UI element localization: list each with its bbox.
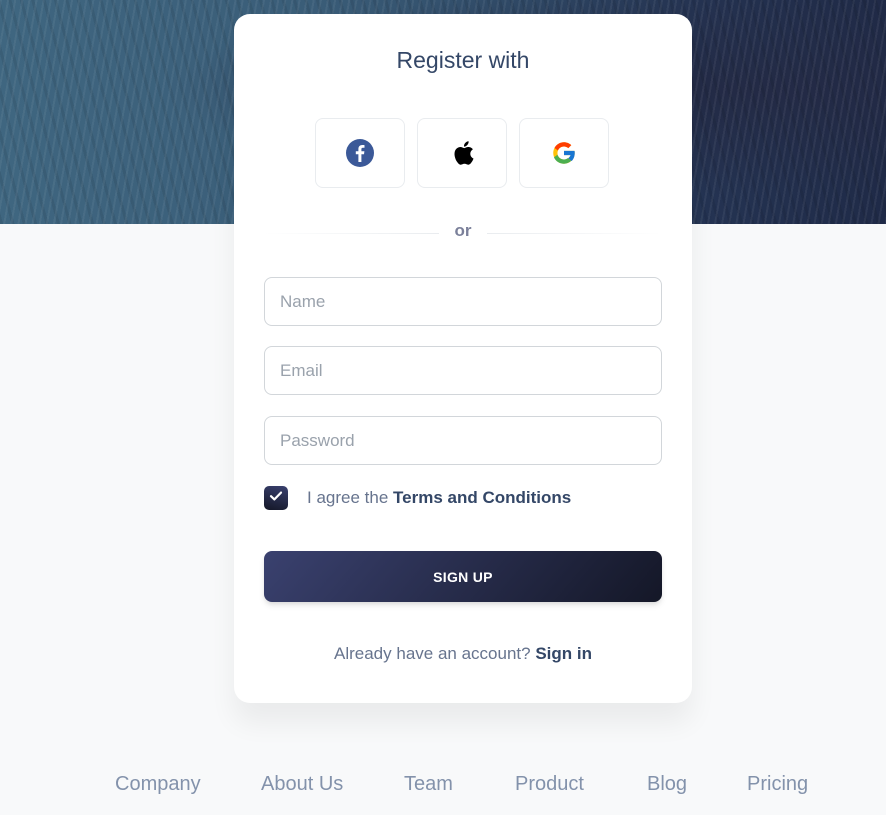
divider-text: or [454,221,472,240]
terms-agreement: I agree the Terms and Conditions [264,485,571,511]
footer-link-blog[interactable]: Blog [647,773,687,796]
facebook-button[interactable] [315,118,405,188]
apple-icon [449,138,475,168]
google-button[interactable] [519,118,609,188]
terms-prefix: I agree the [307,488,394,507]
password-input[interactable] [264,416,662,465]
or-divider: or [264,221,662,245]
register-card: Register with or Name Email I agree the … [234,14,692,703]
sign-in-link[interactable]: Sign in [535,644,592,663]
apple-button[interactable] [417,118,507,188]
footer-link-product[interactable]: Product [515,773,584,796]
card-title: Register with [396,47,530,73]
terms-label: I agree the Terms and Conditions [307,488,571,508]
terms-checkbox[interactable] [264,486,288,510]
footer-link-team[interactable]: Team [404,773,453,796]
google-icon [550,139,578,167]
facebook-icon [345,138,375,168]
terms-link[interactable]: Terms and Conditions [393,488,571,507]
name-input[interactable] [264,277,662,326]
footer-link-company[interactable]: Company [115,773,201,796]
footer-link-about-us[interactable]: About Us [261,773,343,796]
sign-up-button[interactable]: SIGN UP [264,551,662,602]
checkmark-icon [269,489,283,507]
sign-in-prompt: Already have an account? Sign in [234,644,692,664]
email-input[interactable] [264,346,662,395]
footer-nav: Company About Us Team Product Blog Prici… [0,773,886,799]
footer-link-pricing[interactable]: Pricing [747,773,808,796]
sign-in-text: Already have an account? [334,644,536,663]
